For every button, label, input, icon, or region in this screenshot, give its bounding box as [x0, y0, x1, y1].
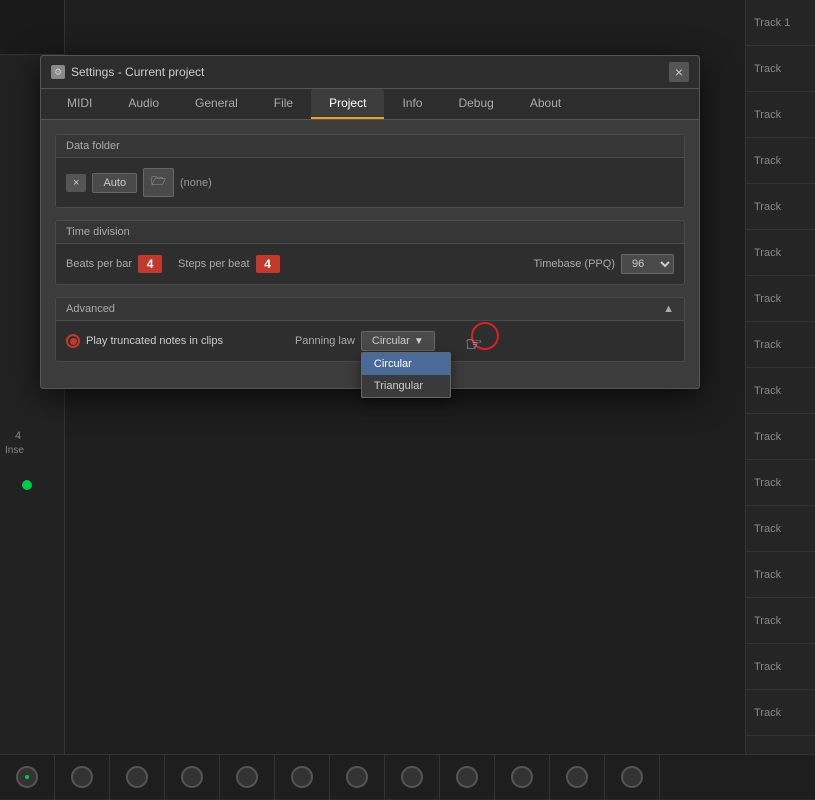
timebase-label: Timebase (PPQ) [533, 258, 615, 270]
knob-5[interactable] [220, 755, 275, 800]
panning-dropdown-container: Circular ▼ Circular Triangular [361, 331, 435, 351]
beats-per-bar-label: Beats per bar [66, 258, 132, 270]
knob-9[interactable] [440, 755, 495, 800]
advanced-body: Play truncated notes in clips Panning la… [56, 321, 684, 361]
tab-debug[interactable]: Debug [440, 89, 511, 119]
knob-12[interactable] [605, 755, 660, 800]
panning-law-group: Panning law Circular ▼ Circular Triangul… [295, 331, 435, 351]
play-truncated-radio[interactable] [66, 334, 80, 348]
data-folder-body: × Auto 🗁 (none) [56, 158, 684, 207]
track-label-7: Track [746, 276, 815, 322]
advanced-header: Advanced ▲ [56, 298, 684, 321]
modal-titlebar: ⚙ Settings - Current project × [41, 56, 699, 89]
tab-midi[interactable]: MIDI [49, 89, 110, 119]
tab-general[interactable]: General [177, 89, 256, 119]
track-label-11: Track [746, 460, 815, 506]
time-division-section: Time division Beats per bar 4 Steps per … [55, 220, 685, 285]
settings-dialog: ⚙ Settings - Current project × MIDI Audi… [40, 55, 700, 389]
active-indicator [22, 480, 32, 490]
beats-per-bar-value[interactable]: 4 [138, 255, 162, 273]
track-label-15: Track [746, 644, 815, 690]
tab-bar: MIDI Audio General File Project Info Deb… [41, 89, 699, 120]
track-label-2: Track [746, 46, 815, 92]
knob-8[interactable] [385, 755, 440, 800]
knob-10[interactable] [495, 755, 550, 800]
knob-4[interactable] [165, 755, 220, 800]
steps-per-beat-group: Steps per beat 4 [178, 255, 280, 273]
knob-7[interactable] [330, 755, 385, 800]
time-division-header: Time division [56, 221, 684, 244]
folder-path: (none) [180, 177, 212, 189]
knob-11[interactable] [550, 755, 605, 800]
radio-inner [70, 338, 77, 345]
track-label-14: Track [746, 598, 815, 644]
panning-option-triangular[interactable]: Triangular [362, 375, 450, 397]
track-number: 4 [15, 430, 21, 442]
knob-3[interactable] [110, 755, 165, 800]
time-division-body: Beats per bar 4 Steps per beat 4 Timebas… [56, 244, 684, 284]
knob-2[interactable] [55, 755, 110, 800]
data-folder-section: Data folder × Auto 🗁 (none) [55, 134, 685, 208]
panning-current-value: Circular [372, 335, 410, 347]
modal-content: Data folder × Auto 🗁 (none) Time divisio… [41, 120, 699, 388]
track-label-10: Track [746, 414, 815, 460]
play-truncated-group: Play truncated notes in clips [66, 334, 223, 348]
auto-button[interactable]: Auto [92, 173, 137, 193]
settings-icon: ⚙ [51, 65, 65, 79]
track-label-12: Track [746, 506, 815, 552]
track-label-6: Track [746, 230, 815, 276]
left-top [0, 0, 64, 55]
track-label-9: Track [746, 368, 815, 414]
tab-audio[interactable]: Audio [110, 89, 177, 119]
panning-law-label: Panning law [295, 335, 355, 347]
timebase-select[interactable]: 96 120 192 240 480 960 [621, 254, 674, 274]
tab-info[interactable]: Info [384, 89, 440, 119]
track-label-4: Track [746, 138, 815, 184]
steps-per-beat-label: Steps per beat [178, 258, 250, 270]
panning-dropdown-button[interactable]: Circular ▼ [361, 331, 435, 351]
knob-6[interactable] [275, 755, 330, 800]
track-label-16: Track [746, 690, 815, 736]
data-folder-header: Data folder [56, 135, 684, 158]
timebase-group: Timebase (PPQ) 96 120 192 240 480 960 [533, 254, 674, 274]
collapse-icon[interactable]: ▲ [663, 303, 674, 315]
advanced-section: Advanced ▲ Play truncated notes in clips… [55, 297, 685, 362]
tab-about[interactable]: About [512, 89, 579, 119]
browse-folder-button[interactable]: 🗁 [143, 168, 174, 197]
track-label-13: Track [746, 552, 815, 598]
bottom-bar [0, 754, 815, 799]
track-label-1: Track 1 [746, 0, 815, 46]
dropdown-arrow-icon: ▼ [414, 336, 424, 347]
modal-title: Settings - Current project [71, 65, 204, 79]
track-label-5: Track [746, 184, 815, 230]
track-label-8: Track [746, 322, 815, 368]
advanced-label: Advanced [66, 303, 115, 315]
knob-1[interactable] [0, 755, 55, 800]
track-name-left: Inse [5, 445, 24, 456]
tab-file[interactable]: File [256, 89, 311, 119]
steps-per-beat-value[interactable]: 4 [256, 255, 280, 273]
time-division-row: Beats per bar 4 Steps per beat 4 Timebas… [66, 254, 674, 274]
clear-folder-button[interactable]: × [66, 174, 86, 192]
beats-per-bar-group: Beats per bar 4 [66, 255, 162, 273]
tab-project[interactable]: Project [311, 89, 384, 119]
modal-title-left: ⚙ Settings - Current project [51, 65, 204, 79]
data-folder-row: × Auto 🗁 (none) [66, 168, 674, 197]
close-button[interactable]: × [669, 62, 689, 82]
track-label-3: Track [746, 92, 815, 138]
panning-option-circular[interactable]: Circular [362, 353, 450, 375]
play-truncated-label: Play truncated notes in clips [86, 335, 223, 347]
track-labels: Track 1 Track Track Track Track Track Tr… [745, 0, 815, 799]
panning-dropdown-menu: Circular Triangular [361, 352, 451, 398]
